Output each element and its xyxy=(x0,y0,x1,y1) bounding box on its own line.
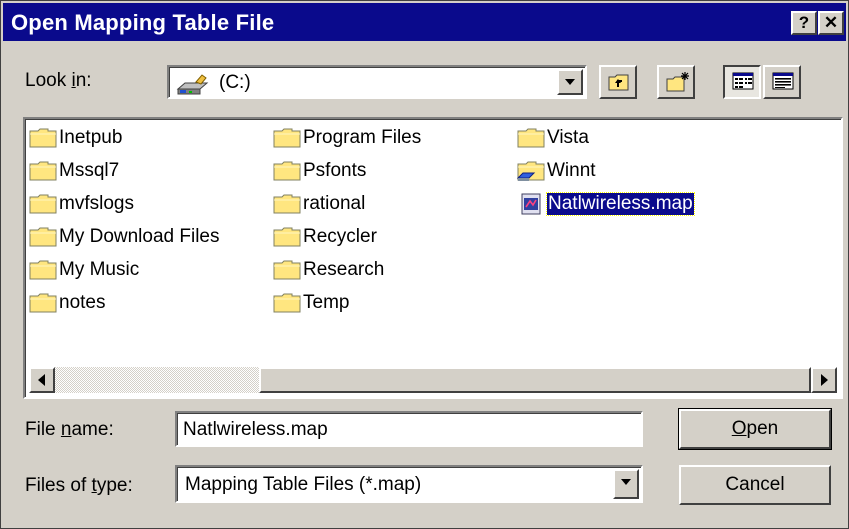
create-new-folder-icon xyxy=(666,72,689,92)
list-item-folder[interactable]: Psfonts xyxy=(273,158,366,184)
folder-icon xyxy=(29,259,57,281)
list-item-folder[interactable]: notes xyxy=(29,290,105,316)
chevron-down-icon xyxy=(565,79,575,85)
file-name: Vista xyxy=(547,127,589,148)
list-view-button[interactable] xyxy=(723,65,761,99)
folder-icon xyxy=(29,226,57,248)
up-one-level-button[interactable] xyxy=(599,65,637,99)
list-view-icon xyxy=(732,72,754,90)
file-name: Temp xyxy=(303,292,350,313)
cancel-button[interactable]: Cancel xyxy=(679,465,831,505)
list-item-folder[interactable]: mvfslogs xyxy=(29,191,134,217)
file-name: My Music xyxy=(59,259,140,280)
files-of-type-dropdown[interactable]: Mapping Table Files (*.map) xyxy=(175,465,643,503)
arrow-right-icon xyxy=(821,374,828,386)
folder-icon xyxy=(273,127,301,149)
help-button[interactable]: ? xyxy=(791,11,817,35)
title-bar[interactable]: Open Mapping Table File ? ✕ xyxy=(3,3,846,41)
folder-icon xyxy=(29,160,57,182)
open-button-label: Open xyxy=(731,418,779,439)
file-name: Psfonts xyxy=(303,160,367,181)
folder-icon xyxy=(29,127,57,149)
list-item-folder[interactable]: Mssql7 xyxy=(29,158,119,184)
chevron-down-icon xyxy=(621,479,631,485)
arrow-left-icon xyxy=(38,374,45,386)
files-of-type-value: Mapping Table Files (*.map) xyxy=(185,474,422,495)
list-item-folder[interactable]: Temp xyxy=(273,290,349,316)
file-name: My Download Files xyxy=(59,226,220,247)
folder-icon xyxy=(29,193,57,215)
folder-icon xyxy=(273,292,301,314)
list-item-folder[interactable]: Inetpub xyxy=(29,125,122,151)
folder-icon xyxy=(273,259,301,281)
list-item-folder[interactable]: My Download Files xyxy=(29,224,220,250)
folder-icon xyxy=(517,127,545,149)
up-one-level-icon xyxy=(608,74,629,91)
scrollbar-thumb[interactable] xyxy=(259,367,811,393)
open-mapping-table-dialog: Open Mapping Table File ? ✕ Look in: (C:… xyxy=(0,0,849,529)
file-name: Recycler xyxy=(303,226,377,247)
file-name: Program Files xyxy=(303,127,422,148)
files-of-type-dropdown-button[interactable] xyxy=(613,469,639,499)
file-name-input[interactable]: Natlwireless.map xyxy=(175,411,643,447)
file-name: notes xyxy=(59,292,106,313)
hard-drive-icon xyxy=(176,73,210,100)
close-icon: ✕ xyxy=(823,13,839,32)
scroll-right-button[interactable] xyxy=(811,367,837,393)
folder-icon xyxy=(273,226,301,248)
list-item-folder[interactable]: rational xyxy=(273,191,365,217)
list-item-folder[interactable]: My Music xyxy=(29,257,139,283)
details-view-icon xyxy=(772,72,794,90)
file-name: rational xyxy=(303,193,366,214)
folder-icon xyxy=(273,193,301,215)
list-item-folder[interactable]: Recycler xyxy=(273,224,377,250)
folder-icon xyxy=(29,292,57,314)
list-item-shared-folder[interactable]: Winnt xyxy=(516,158,596,184)
look-in-dropdown-button[interactable] xyxy=(557,69,583,95)
cancel-button-label: Cancel xyxy=(725,474,785,495)
file-name: Mssql7 xyxy=(59,160,120,181)
horizontal-scrollbar[interactable] xyxy=(29,367,837,393)
list-item-map-file-selected[interactable]: Natlwireless.map xyxy=(517,191,695,217)
list-item-folder[interactable]: Research xyxy=(273,257,384,283)
help-icon: ? xyxy=(798,13,810,32)
look-in-dropdown[interactable]: (C:) xyxy=(167,65,587,99)
file-name-value: Natlwireless.map xyxy=(183,419,328,440)
files-of-type-label: Files of type: xyxy=(25,475,133,496)
folder-icon xyxy=(273,160,301,182)
close-button[interactable]: ✕ xyxy=(818,11,844,35)
map-file-icon xyxy=(517,193,545,215)
look-in-label: Look in: xyxy=(25,70,92,91)
shared-folder-icon xyxy=(516,160,545,182)
list-item-folder[interactable]: Program Files xyxy=(273,125,421,151)
create-new-folder-button[interactable] xyxy=(657,65,695,99)
file-name: Inetpub xyxy=(59,127,123,148)
file-name: Research xyxy=(303,259,385,280)
dialog-title: Open Mapping Table File xyxy=(11,10,275,35)
file-name: mvfslogs xyxy=(59,193,134,214)
file-name: Natlwireless.map xyxy=(546,192,695,216)
list-item-folder[interactable]: Vista xyxy=(517,125,589,151)
details-view-button[interactable] xyxy=(763,65,801,99)
open-button[interactable]: Open xyxy=(678,408,832,450)
look-in-value: (C:) xyxy=(219,72,251,93)
file-name-label: File name: xyxy=(25,419,114,440)
file-name: Winnt xyxy=(547,160,596,181)
scroll-left-button[interactable] xyxy=(29,367,55,393)
file-list[interactable]: Inetpub Mssql7 mvfslogs My Download File… xyxy=(23,117,843,399)
